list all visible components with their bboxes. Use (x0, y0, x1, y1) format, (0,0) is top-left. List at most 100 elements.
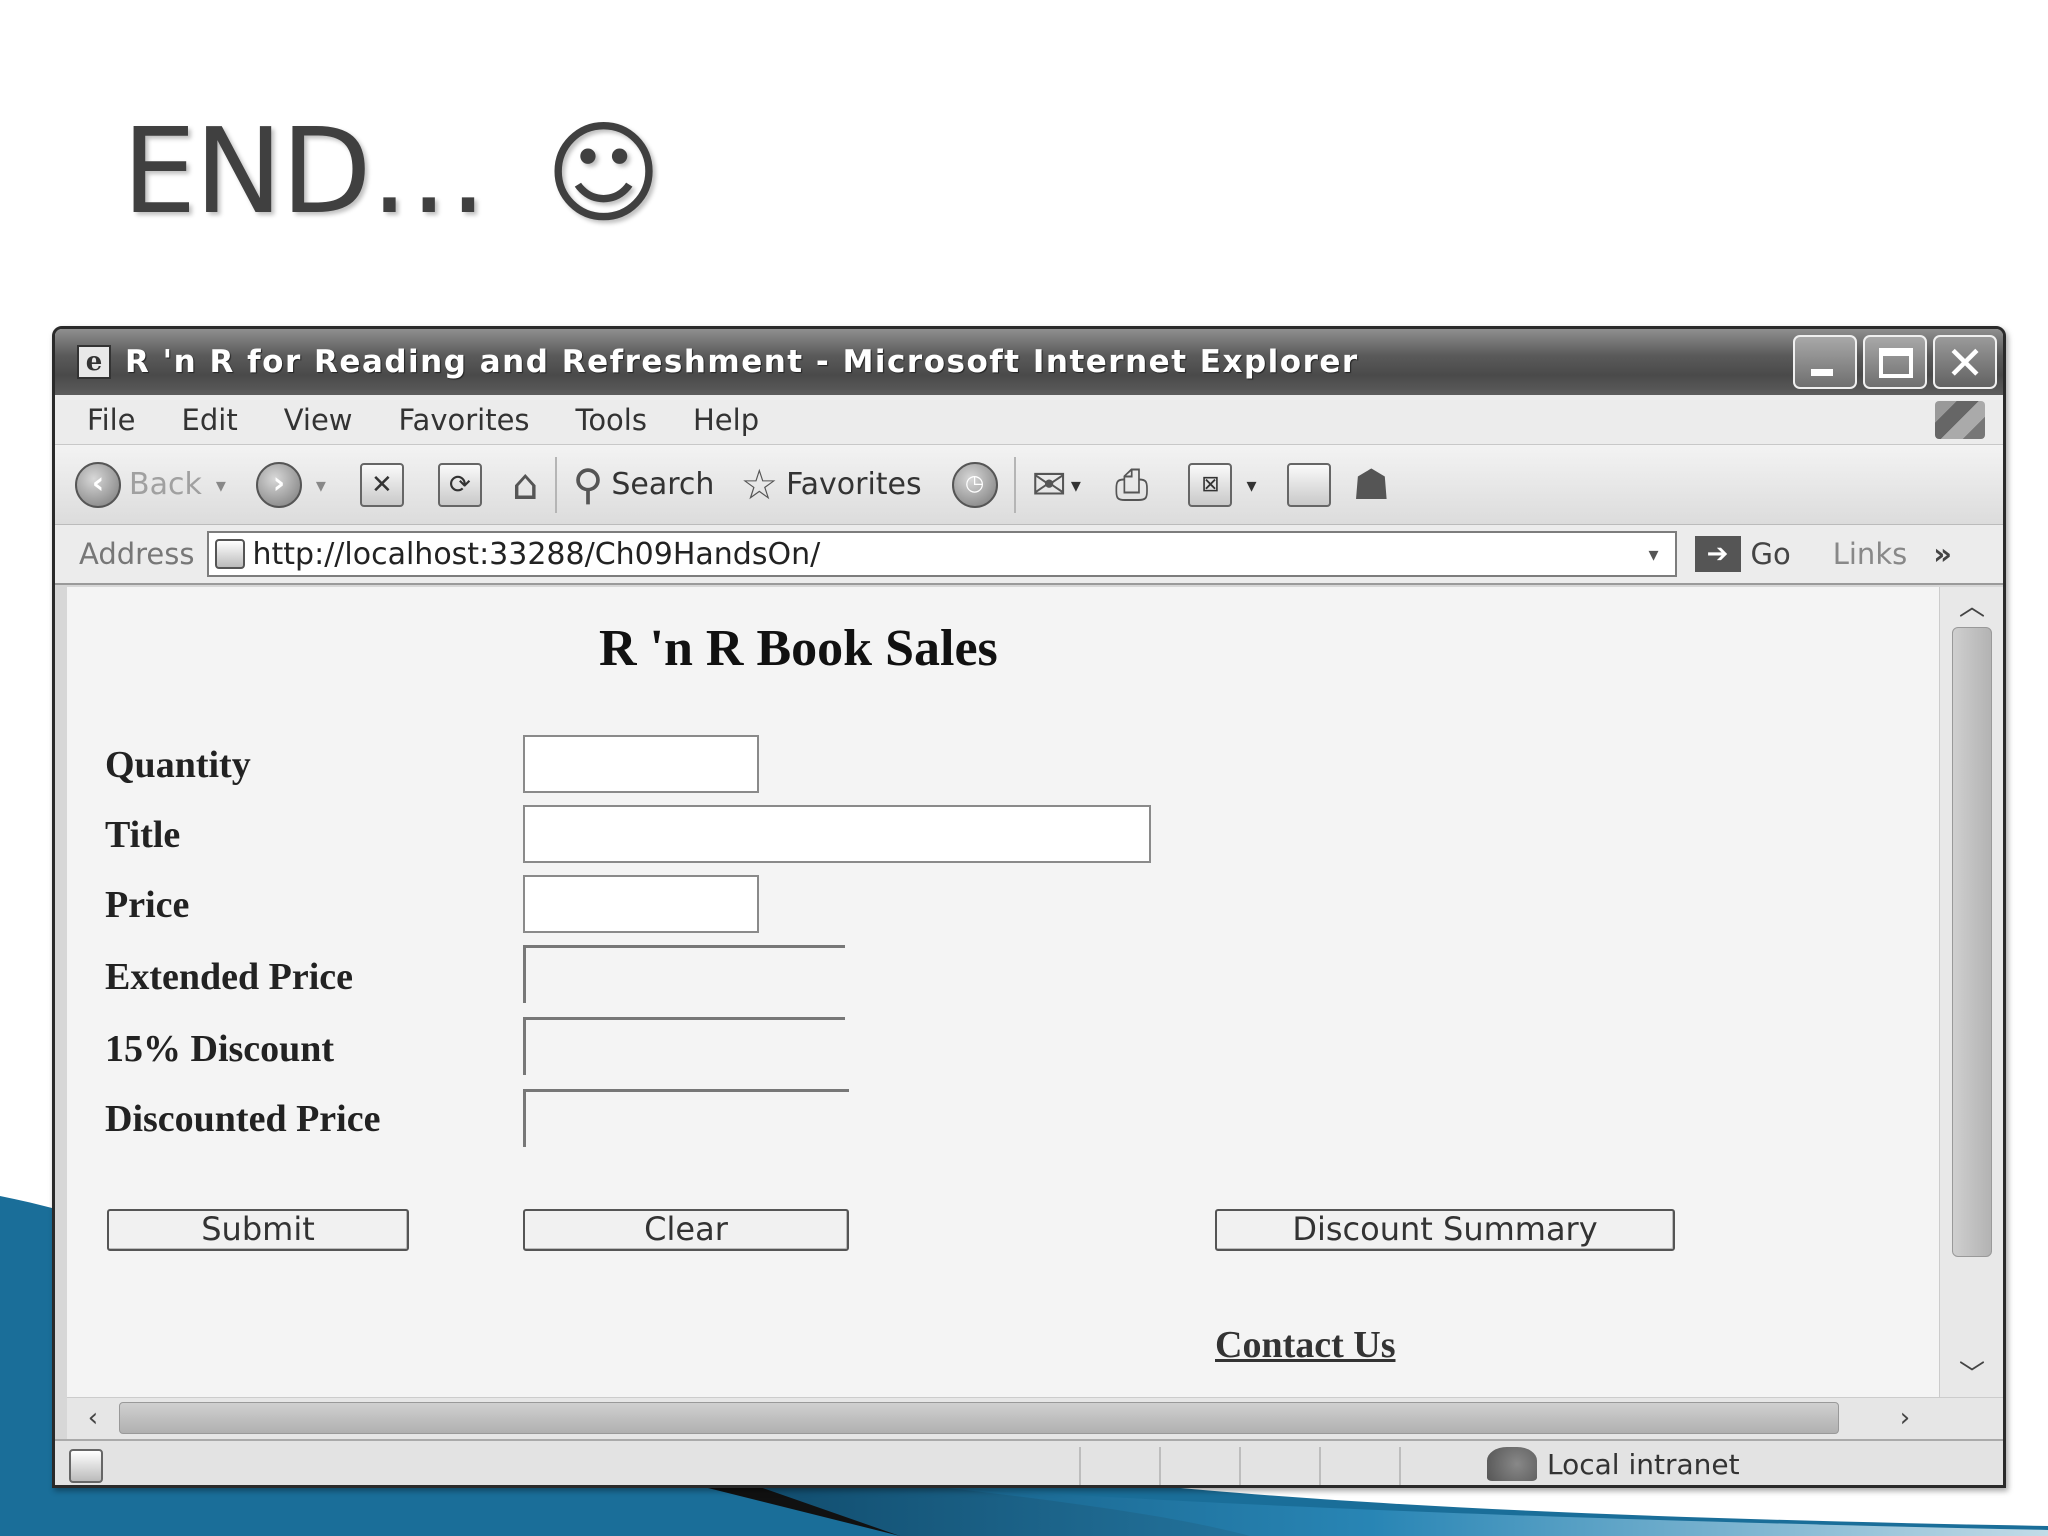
mail-button[interactable]: ✉ ▾ (1032, 460, 1081, 509)
submit-button[interactable]: Submit (107, 1209, 409, 1251)
vertical-scroll-thumb[interactable] (1952, 627, 1992, 1257)
search-icon: ⚲ (572, 460, 604, 509)
minimize-button[interactable] (1793, 335, 1857, 389)
menu-tools[interactable]: Tools (576, 403, 647, 437)
home-button[interactable]: ⌂ (512, 460, 539, 509)
close-button[interactable]: ✕ (1933, 335, 1997, 389)
page-heading: R 'n R Book Sales (599, 620, 998, 677)
refresh-icon: ⟳ (437, 462, 482, 507)
forward-button[interactable]: › ▾ (255, 461, 326, 508)
security-zone: Local intranet (1487, 1447, 1740, 1481)
history-icon: ◷ (951, 461, 998, 508)
page-status-icon (69, 1449, 103, 1483)
forward-arrow-icon: › (255, 461, 302, 508)
status-panes (1079, 1447, 1479, 1485)
menu-help[interactable]: Help (693, 403, 759, 437)
print-icon: ⎙ (1114, 459, 1149, 509)
edit-dropdown-icon: ▾ (1246, 472, 1257, 497)
title-label: Title (105, 814, 181, 856)
menu-favorites[interactable]: Favorites (399, 403, 530, 437)
address-input[interactable]: http://localhost:33288/Ch09HandsOn/ ▾ (206, 531, 1677, 577)
menu-bar: File Edit View Favorites Tools Help (55, 395, 2003, 445)
discounted-price-label: Discounted Price (105, 1098, 381, 1140)
window-controls: ✕ (1793, 335, 1997, 389)
star-icon: ☆ (740, 460, 779, 509)
windows-logo-icon (1935, 401, 1985, 439)
ie-app-icon: e (77, 345, 111, 379)
discount-label: 15% Discount (105, 1028, 335, 1070)
go-button[interactable]: ➔ Go (1694, 536, 1791, 572)
favorites-button[interactable]: ☆ Favorites (740, 460, 921, 509)
messenger-icon: ☗ (1352, 460, 1391, 509)
toolbar-separator (554, 456, 557, 513)
status-bar: Local intranet (55, 1439, 2003, 1485)
messenger-button[interactable]: ☗ (1353, 460, 1391, 509)
quantity-input[interactable] (523, 735, 759, 793)
page-icon (214, 539, 245, 569)
address-dropdown-icon[interactable]: ▾ (1639, 539, 1669, 569)
price-input[interactable] (523, 875, 759, 933)
edit-button[interactable]: ⊠ ▾ (1188, 462, 1257, 507)
address-bar: Address http://localhost:33288/Ch09Hands… (55, 525, 2003, 585)
clear-button[interactable]: Clear (523, 1209, 849, 1251)
discount-summary-button[interactable]: Discount Summary (1215, 1209, 1675, 1251)
toolbar-separator (1013, 456, 1016, 513)
back-dropdown-icon: ▾ (215, 472, 226, 497)
go-label: Go (1750, 537, 1791, 571)
edit-icon: ⊠ (1188, 462, 1233, 507)
window-title: R 'n R for Reading and Refreshment - Mic… (125, 344, 1359, 380)
home-icon: ⌂ (511, 460, 539, 509)
extended-price-label: Extended Price (105, 956, 354, 998)
intranet-icon (1487, 1447, 1537, 1481)
close-icon: ✕ (1945, 336, 1985, 390)
discuss-icon (1286, 462, 1331, 507)
menu-edit[interactable]: Edit (182, 403, 238, 437)
stop-icon: ✕ (359, 462, 404, 507)
back-arrow-icon: ‹ (75, 461, 121, 508)
scroll-right-icon[interactable]: › (1885, 1400, 1925, 1436)
horizontal-scroll-thumb[interactable] (119, 1402, 1839, 1434)
links-chevron-icon[interactable]: » (1933, 537, 1952, 571)
discount-output (523, 1017, 845, 1075)
price-label: Price (105, 884, 190, 926)
slide-title: END… ☺ (122, 112, 662, 230)
maximize-button[interactable] (1863, 335, 1927, 389)
stop-button[interactable]: ✕ (359, 462, 404, 507)
maximize-icon (1879, 348, 1913, 378)
refresh-button[interactable]: ⟳ (437, 462, 482, 507)
history-button[interactable]: ◷ (951, 461, 998, 508)
toolbar: ‹ Back ▾ › ▾ ✕ ⟳ ⌂ ⚲ Search ☆ Favorites … (55, 445, 2003, 525)
favorites-label: Favorites (786, 467, 922, 502)
scroll-down-icon[interactable]: ﹀ (1950, 1357, 1994, 1393)
slide-title-text: END… (122, 102, 522, 240)
title-input[interactable] (523, 805, 1151, 863)
discuss-button[interactable] (1286, 462, 1331, 507)
address-url: http://localhost:33288/Ch09HandsOn/ (252, 536, 821, 572)
browser-window: e R 'n R for Reading and Refreshment - M… (52, 326, 2006, 1488)
address-label: Address (79, 537, 195, 571)
go-arrow-icon: ➔ (1694, 536, 1741, 572)
mail-dropdown-icon: ▾ (1070, 472, 1081, 497)
quantity-label: Quantity (105, 744, 251, 786)
vertical-scrollbar[interactable]: ︿ ﹀ (1939, 587, 2003, 1397)
title-bar[interactable]: e R 'n R for Reading and Refreshment - M… (55, 329, 2003, 395)
menu-file[interactable]: File (87, 403, 136, 437)
page-content: R 'n R Book Sales Quantity Title Price E… (67, 587, 1939, 1397)
search-label: Search (611, 467, 715, 502)
extended-price-output (523, 945, 845, 1003)
back-label: Back (129, 467, 202, 502)
forward-dropdown-icon: ▾ (315, 472, 326, 497)
links-label[interactable]: Links (1833, 537, 1908, 571)
print-button[interactable]: ⎙ (1115, 460, 1149, 510)
mail-icon: ✉ (1031, 460, 1067, 509)
back-button[interactable]: ‹ Back ▾ (75, 461, 226, 508)
scroll-left-icon[interactable]: ‹ (73, 1400, 113, 1436)
minimize-icon (1811, 369, 1833, 376)
scroll-up-icon[interactable]: ︿ (1950, 589, 1994, 625)
horizontal-scrollbar[interactable]: ‹ › (67, 1397, 2003, 1439)
contact-us-link[interactable]: Contact Us (1215, 1323, 1395, 1367)
discounted-price-output (523, 1089, 849, 1147)
menu-view[interactable]: View (284, 403, 353, 437)
zone-label: Local intranet (1547, 1447, 1740, 1481)
search-button[interactable]: ⚲ Search (573, 460, 715, 509)
